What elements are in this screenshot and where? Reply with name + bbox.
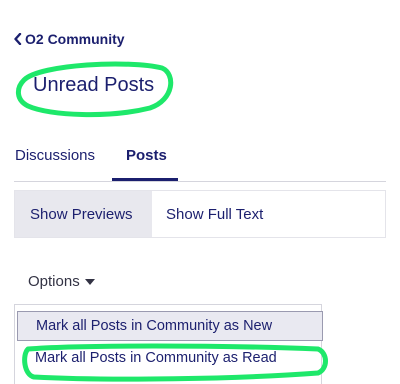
chevron-left-icon (14, 33, 22, 45)
page-title-area: Unread Posts (10, 58, 180, 118)
back-to-community-link[interactable]: O2 Community (14, 29, 125, 49)
unread-posts-page: O2 Community Unread Posts Discussions Po… (0, 0, 400, 384)
tab-discussions[interactable]: Discussions (14, 140, 112, 180)
view-toggle: Show Previews Show Full Text (14, 190, 386, 238)
tab-posts[interactable]: Posts (112, 140, 178, 181)
mark-all-new-menu-item[interactable]: Mark all Posts in Community as New (17, 311, 323, 341)
page-title: Unread Posts (33, 74, 155, 96)
tab-bar: Discussions Posts (14, 140, 386, 182)
caret-down-icon (84, 278, 95, 285)
green-highlight-outline (22, 343, 328, 382)
show-previews-button[interactable]: Show Previews (15, 191, 152, 237)
show-previews-label: Show Previews (30, 205, 133, 223)
options-dropdown-toggle[interactable]: Options (28, 273, 95, 290)
back-link-label: O2 Community (25, 31, 125, 47)
options-label: Options (28, 273, 80, 290)
tab-posts-label: Posts (126, 147, 167, 164)
show-full-text-button[interactable]: Show Full Text (152, 191, 264, 237)
tab-discussions-label: Discussions (15, 147, 96, 164)
mark-all-new-label: Mark all Posts in Community as New (36, 318, 273, 334)
show-full-text-label: Show Full Text (166, 205, 264, 223)
